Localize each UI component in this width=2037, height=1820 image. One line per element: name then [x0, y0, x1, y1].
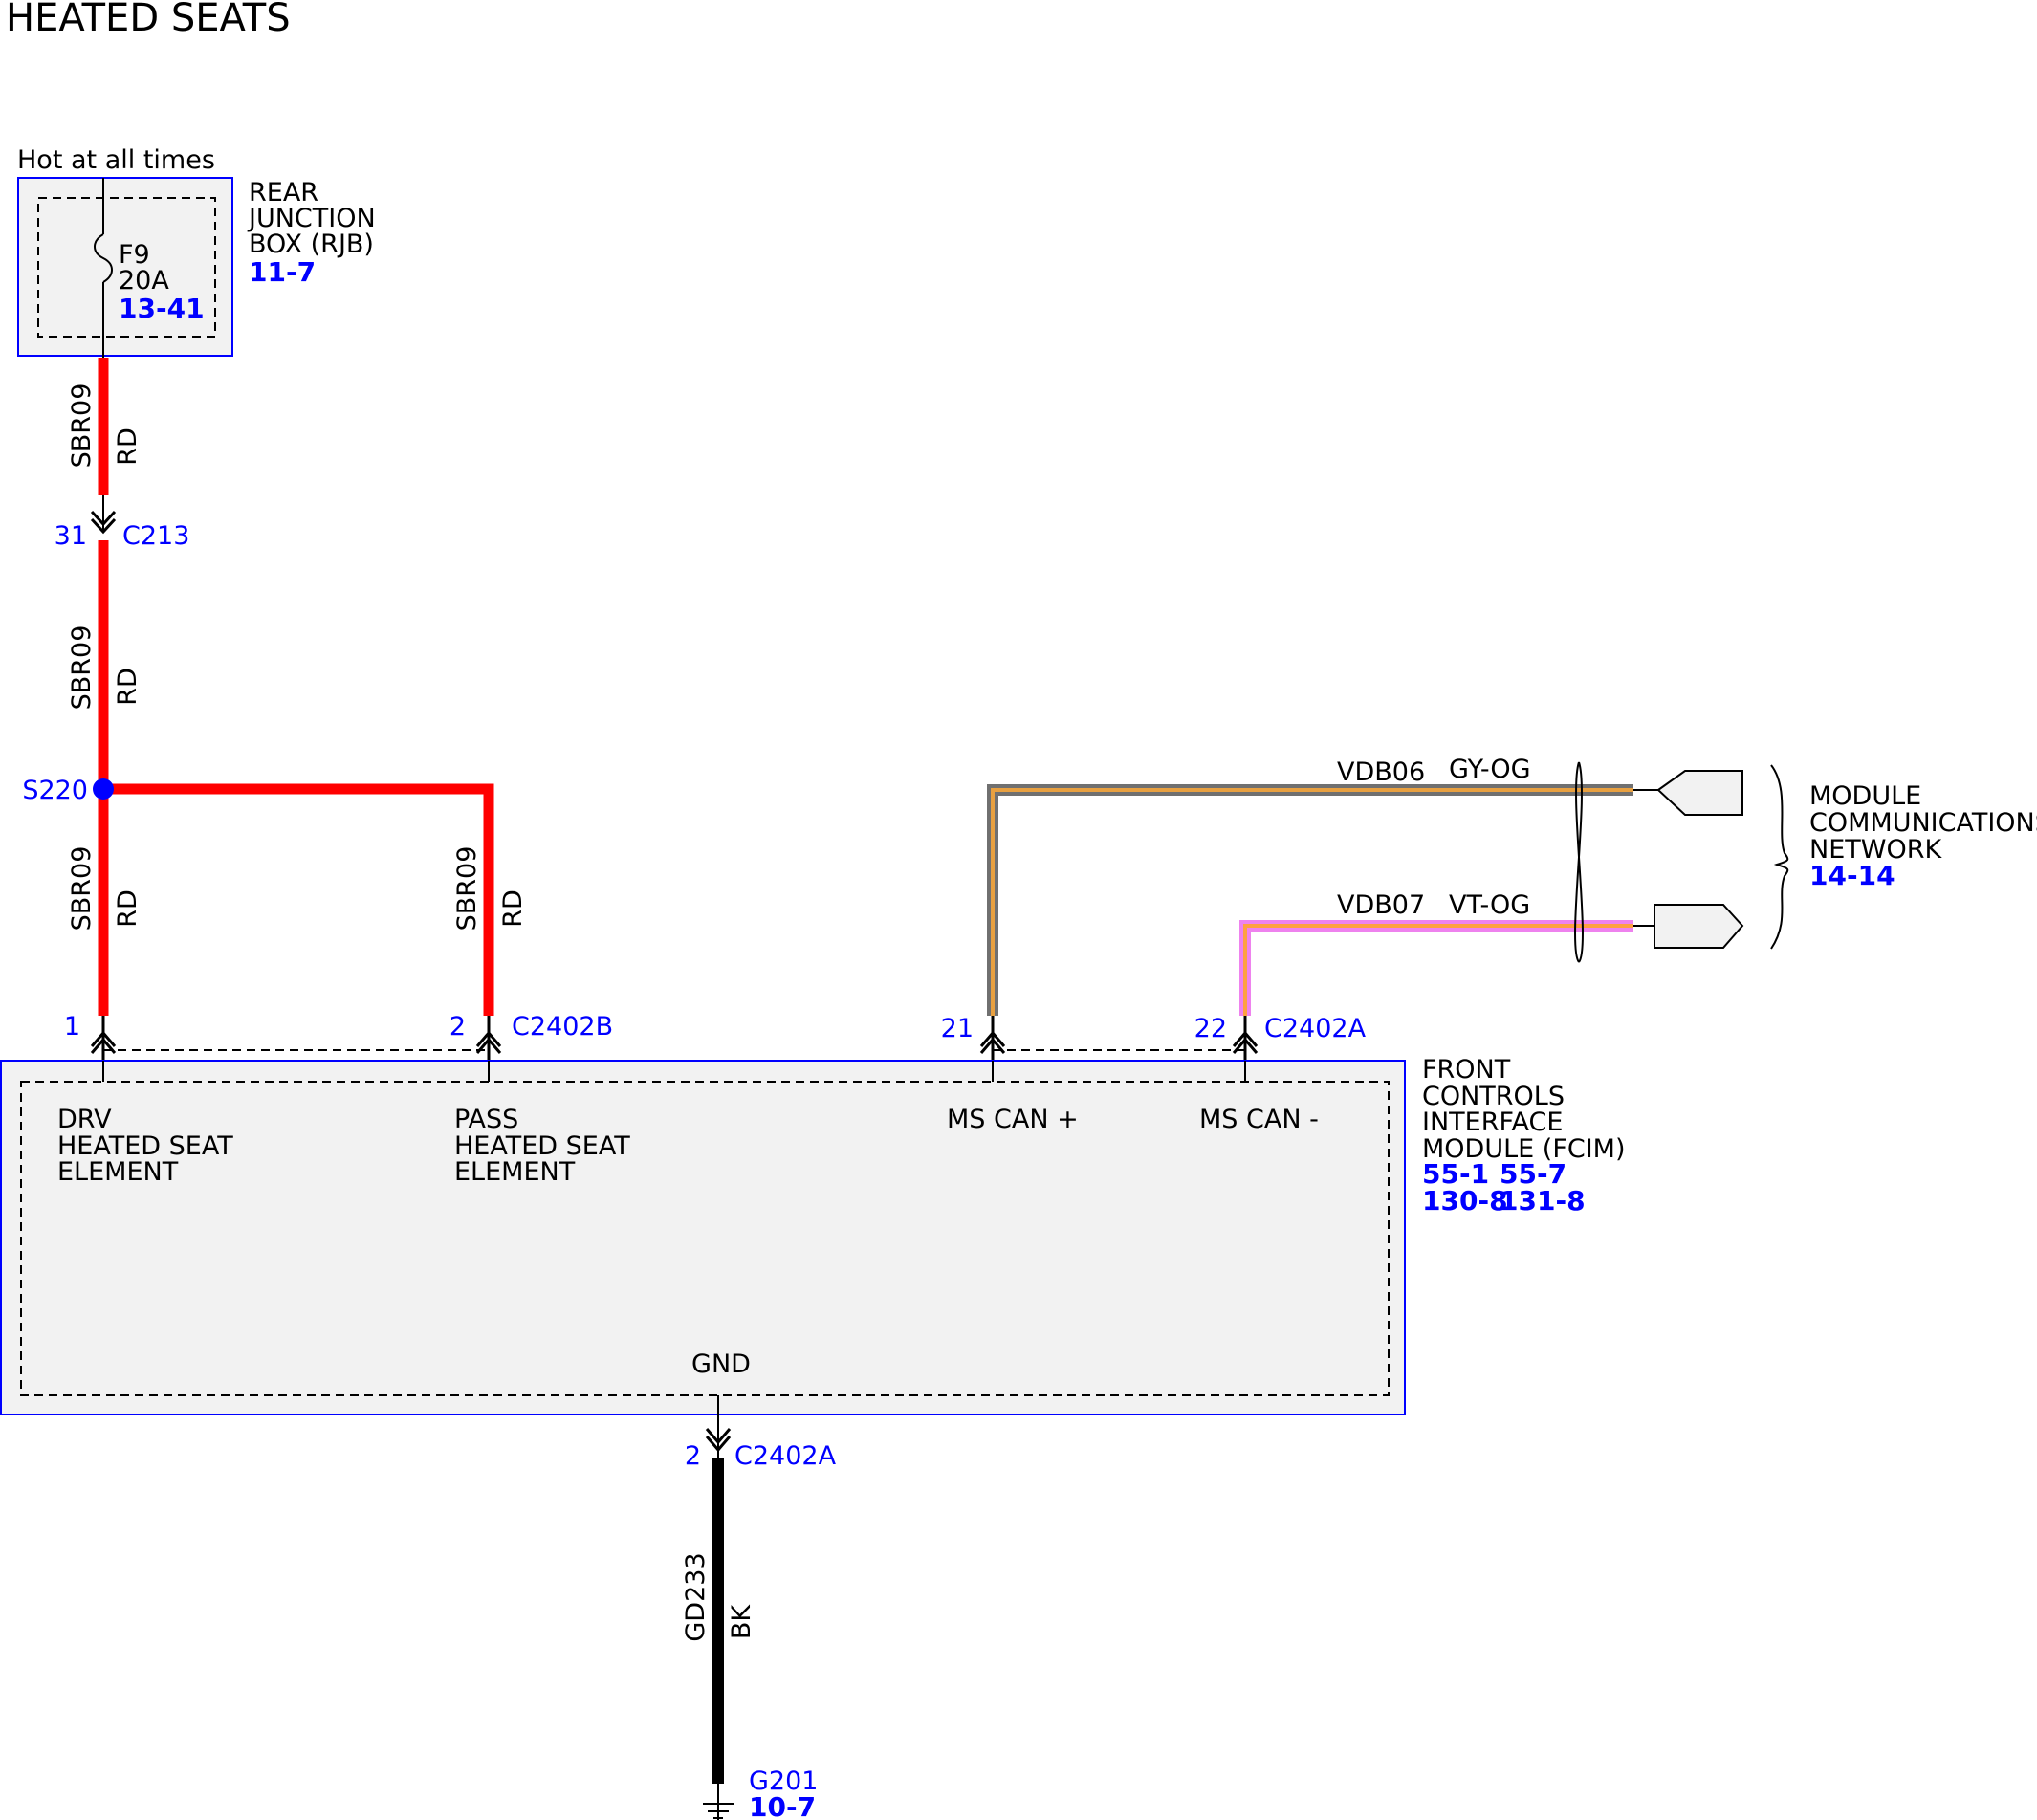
network-connector-bottom-icon — [1654, 904, 1744, 949]
pass-label-line-1: PASS — [454, 1105, 518, 1134]
gnd-label: GND — [691, 1349, 751, 1379]
wire-sbr09-drv-circuit: SBR09 — [67, 846, 97, 932]
rjb-name-line-3: BOX (RJB) — [249, 230, 374, 259]
wire-sbr09-top-circuit: SBR09 — [67, 384, 97, 469]
fuse-ref: 13-41 — [119, 293, 205, 324]
wiring-diagram: HEATED SEATS Hot at all times F9 20A 13-… — [0, 0, 2037, 1820]
drv-label-line-1: DRV — [57, 1105, 112, 1134]
pin-1-number: 1 — [64, 1012, 80, 1042]
wire-gd233-color: BK — [727, 1604, 756, 1640]
network-brace-icon — [1770, 764, 1789, 950]
mscan-minus-label: MS CAN - — [1199, 1105, 1319, 1134]
wire-vdb06-outer — [987, 784, 1633, 1016]
fuse-rating: 20A — [119, 266, 169, 296]
fcim-name-line-3: INTERFACE — [1422, 1107, 1563, 1137]
splice-name: S220 — [22, 776, 88, 805]
wire-vdb06-color: GY-OG — [1449, 755, 1531, 784]
c2402a-name: C2402A — [1264, 1014, 1367, 1043]
network-name-line-2: COMMUNICATIONS — [1809, 808, 2037, 838]
c2402b-name: C2402B — [512, 1012, 613, 1042]
wire-sbr09-pass-color: RD — [498, 889, 528, 928]
wire-sbr09-top-color: RD — [113, 428, 142, 466]
ground-symbol-icon — [703, 1784, 734, 1820]
wire-sbr09-branch — [103, 783, 494, 1016]
network-name-line-1: MODULE — [1809, 781, 1921, 811]
rjb-ref: 11-7 — [249, 256, 316, 288]
wire-sbr09-mid-color: RD — [113, 668, 142, 706]
hot-at-all-times-label: Hot at all times — [17, 145, 215, 175]
c213-name: C213 — [122, 521, 189, 551]
pin-22-number: 22 — [1194, 1014, 1227, 1043]
gnd-pin-number: 2 — [685, 1441, 701, 1471]
page-title: HEATED SEATS — [6, 0, 291, 40]
mscan-plus-label: MS CAN + — [947, 1105, 1079, 1134]
wire-sbr09-mid-circuit: SBR09 — [67, 625, 97, 711]
pass-label-line-3: ELEMENT — [454, 1157, 576, 1187]
wire-sbr09-drv-color: RD — [113, 889, 142, 928]
drv-label-line-3: ELEMENT — [57, 1157, 179, 1187]
wire-vdb07-color: VT-OG — [1449, 890, 1530, 920]
wire-gd233-circuit: GD233 — [681, 1552, 711, 1641]
fcim-name-line-1: FRONT — [1422, 1055, 1511, 1085]
splice-s220-icon — [93, 778, 114, 800]
gnd-connector-name: C2402A — [734, 1441, 837, 1471]
fcim-ref-4: 131-8 — [1500, 1185, 1586, 1217]
pin-21-number: 21 — [941, 1014, 974, 1043]
wire-vdb06-circuit: VDB06 — [1337, 757, 1425, 787]
network-connector-top-icon — [1656, 770, 1743, 816]
fcim-ref-3: 130-8 — [1422, 1185, 1508, 1217]
wire-vdb06-inner — [991, 788, 1633, 1016]
wire-vdb07-circuit: VDB07 — [1337, 890, 1425, 920]
network-ref: 14-14 — [1809, 860, 1895, 891]
wire-sbr09-pass-circuit: SBR09 — [452, 846, 482, 932]
c213-pin: 31 — [55, 521, 87, 551]
ground-ref: 10-7 — [749, 1791, 816, 1820]
pin-2-number: 2 — [449, 1012, 466, 1042]
